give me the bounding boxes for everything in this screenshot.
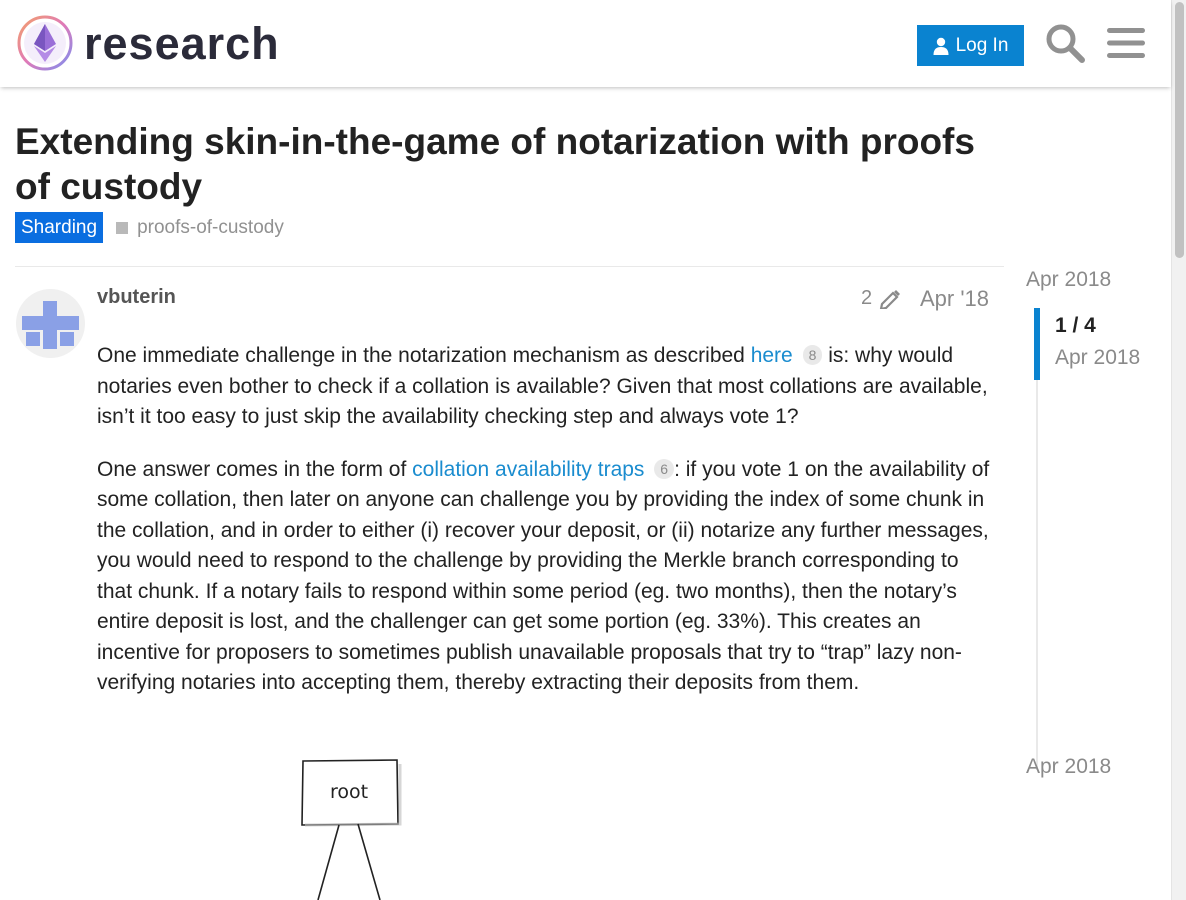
paragraph-text: One immediate challenge in the notarizat… — [97, 344, 751, 367]
timeline-handle[interactable] — [1034, 308, 1040, 380]
paragraph-text: : if you vote 1 on the availability of s… — [97, 457, 990, 695]
page-scrollbar[interactable] — [1171, 0, 1186, 900]
user-icon — [933, 37, 949, 55]
site-header: research Log In — [0, 0, 1171, 87]
timeline-position: 1 / 4 — [1055, 314, 1096, 337]
link-click-count: 6 — [654, 458, 675, 479]
logo-text: research — [84, 17, 280, 69]
edit-history-indicator[interactable]: 2 — [861, 287, 901, 310]
paragraph-text: One answer comes in the form of — [97, 457, 413, 481]
timeline-start-date[interactable]: Apr 2018 — [1026, 268, 1111, 292]
post-paragraph-2: One answer comes in the form of collatio… — [97, 455, 992, 699]
category-badge-sharding[interactable]: Sharding — [15, 212, 104, 243]
topic-tags: Sharding proofs-of-custody — [15, 212, 284, 243]
topic-title[interactable]: Extending skin-in-the-game of notarizati… — [15, 119, 1015, 209]
tag-label: proofs-of-custody — [137, 216, 284, 238]
link-click-count: 8 — [802, 345, 823, 365]
login-button[interactable]: Log In — [917, 25, 1024, 66]
site-logo[interactable]: research — [16, 14, 280, 72]
post-paragraph-1: One immediate challenge in the notarizat… — [97, 341, 992, 433]
topic-divider — [15, 266, 1004, 267]
hamburger-menu-icon[interactable] — [1105, 22, 1147, 64]
timeline-end-date[interactable]: Apr 2018 — [1026, 755, 1111, 779]
pencil-icon — [880, 289, 901, 309]
ethereum-research-logo-icon — [17, 15, 73, 71]
collation-availability-traps-link[interactable]: collation availability traps — [412, 458, 644, 481]
tag-proofs-of-custody[interactable]: proofs-of-custody — [116, 217, 284, 239]
tag-square-icon — [116, 221, 129, 234]
avatar[interactable] — [16, 289, 85, 358]
post-date[interactable]: Apr '18 — [920, 286, 989, 312]
diagram-root-label: root — [330, 781, 368, 803]
here-link[interactable]: here — [751, 344, 793, 367]
avatar-pattern-icon — [22, 301, 79, 349]
post-author[interactable]: vbuterin — [97, 286, 176, 309]
edit-count: 2 — [861, 287, 873, 309]
merkle-tree-diagram[interactable]: root — [290, 752, 420, 900]
timeline-current-date: Apr 2018 — [1055, 346, 1141, 369]
search-icon[interactable] — [1044, 22, 1086, 64]
login-label: Log In — [955, 34, 1009, 56]
post-body: One immediate challenge in the notarizat… — [97, 341, 992, 721]
scrollbar-thumb[interactable] — [1175, 2, 1184, 258]
